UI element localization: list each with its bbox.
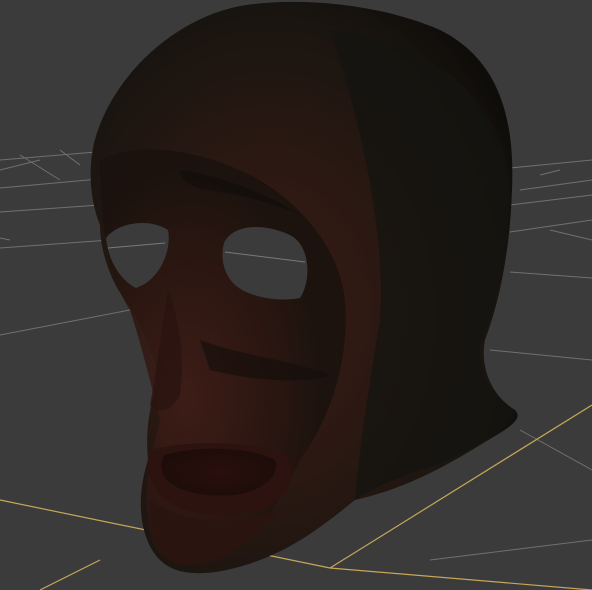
3d-viewport[interactable] (0, 0, 592, 590)
viewport-canvas[interactable] (0, 0, 592, 590)
